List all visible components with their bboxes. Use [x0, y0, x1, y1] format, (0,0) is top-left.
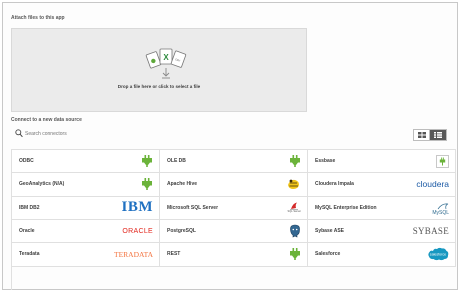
search-icon	[15, 129, 23, 138]
connect-source-title: Connect to a new data source	[11, 117, 82, 123]
connector-salesforce[interactable]: Salesforce salesforce	[308, 243, 456, 267]
attach-files-title: Attach files to this app	[11, 15, 65, 21]
oracle-logo: ORACLE	[122, 227, 153, 235]
connector-essbase[interactable]: Essbase	[308, 150, 456, 174]
connector-label: Sybase ASE	[315, 228, 344, 235]
connector-label: PostgreSQL	[167, 228, 196, 235]
hive-icon	[286, 176, 301, 192]
connector-grid: ODBC OLE DB Essbase GeoAnalytics (N/A) A…	[11, 149, 456, 290]
grid-view-icon	[417, 132, 426, 138]
sybase-logo: SYBASE	[412, 226, 449, 237]
connector-label: Essbase	[315, 158, 336, 165]
connector-postgresql[interactable]: PostgreSQL	[160, 220, 308, 244]
sql-server-logo: SQL Server	[288, 200, 301, 216]
plug-icon	[289, 153, 301, 169]
svg-text:salesforce: salesforce	[430, 253, 446, 257]
connector-label: REST	[167, 251, 181, 258]
connector-rest[interactable]: REST	[160, 243, 308, 267]
connector-label: Cloudera Impala	[315, 181, 354, 188]
file-drop-zone[interactable]: X csv Drop a file here or click to selec…	[11, 28, 307, 112]
grid-view-button[interactable]	[414, 130, 430, 140]
connector-label: GeoAnalytics (N/A)	[19, 181, 65, 188]
postgresql-icon	[289, 223, 301, 239]
ibm-logo: IBM	[121, 199, 153, 216]
cloudera-logo: cloudera	[416, 179, 449, 190]
connector-apache-hive[interactable]: Apache Hive	[160, 173, 308, 197]
list-view-button[interactable]	[430, 130, 446, 140]
connector-mysql[interactable]: MySQL Enterprise Edition MySQL	[308, 196, 456, 220]
connector-teradata[interactable]: Teradata TERADATA	[12, 243, 160, 267]
file-drop-icon: X csv	[145, 48, 187, 79]
plug-icon	[289, 246, 301, 262]
connector-sql-server[interactable]: Microsoft SQL Server SQL Server	[160, 196, 308, 220]
essbase-icon	[436, 153, 449, 169]
connector-label: OLE DB	[167, 158, 186, 165]
connector-odbc[interactable]: ODBC	[12, 150, 160, 174]
connector-oracle[interactable]: Oracle ORACLE	[12, 220, 160, 244]
svg-text:X: X	[163, 53, 169, 62]
connector-label: ODBC	[19, 158, 34, 165]
connector-label: Salesforce	[315, 251, 341, 258]
connector-label: IBM DB2	[19, 204, 40, 211]
view-toggle	[413, 129, 447, 141]
connector-ibm-db2[interactable]: IBM DB2 IBM	[12, 196, 160, 220]
teradata-logo: TERADATA	[114, 249, 153, 259]
connector-geoanalytics[interactable]: GeoAnalytics (N/A)	[12, 173, 160, 197]
mysql-logo: MySQL	[432, 200, 449, 216]
connector-search[interactable]	[11, 127, 161, 141]
search-input[interactable]	[25, 128, 155, 140]
connector-label: Teradata	[19, 251, 40, 258]
connector-label: MySQL Enterprise Edition	[315, 204, 377, 211]
drop-instructions: Drop a file here or click to select a fi…	[117, 84, 201, 89]
connector-label: Oracle	[19, 228, 35, 235]
salesforce-logo: salesforce	[427, 246, 449, 262]
connector-label: Apache Hive	[167, 181, 198, 188]
list-view-icon	[434, 132, 442, 138]
plug-icon	[141, 176, 153, 192]
connector-sybase-ase[interactable]: Sybase ASE SYBASE	[308, 220, 456, 244]
connector-ole-db[interactable]: OLE DB	[160, 150, 308, 174]
plug-icon	[141, 153, 153, 169]
connector-label: Microsoft SQL Server	[167, 204, 219, 211]
connector-cloudera-impala[interactable]: Cloudera Impala cloudera	[308, 173, 456, 197]
data-load-panel: Attach files to this app X csv Drop a fi…	[2, 2, 458, 290]
